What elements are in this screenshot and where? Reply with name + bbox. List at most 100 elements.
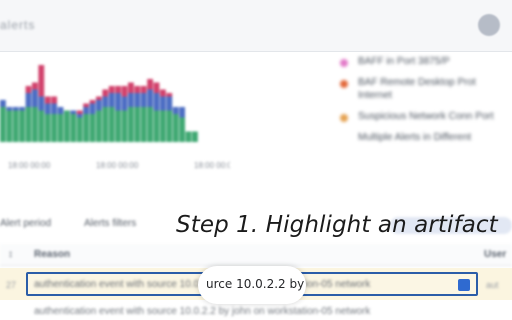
chart-bar bbox=[76, 117, 83, 142]
table-header: ↕ Reason User bbox=[0, 244, 512, 266]
chart-bar bbox=[134, 93, 141, 107]
chart-bar bbox=[32, 89, 38, 107]
chart-bar bbox=[134, 107, 141, 142]
chart-bar bbox=[147, 79, 153, 90]
chart-bar bbox=[153, 110, 160, 142]
chart-bar bbox=[108, 86, 115, 93]
chart-bar bbox=[102, 107, 109, 142]
table-row[interactable]: authentication event with source 10.0.2.… bbox=[0, 304, 512, 320]
chart-bar bbox=[166, 96, 173, 111]
breadcrumb: alerts bbox=[0, 18, 36, 32]
magnified-text: urce 10.0.2.2 by joh bbox=[206, 277, 306, 291]
chart-bar bbox=[140, 107, 147, 142]
chart-bar bbox=[12, 110, 19, 142]
chart-bar bbox=[19, 110, 25, 142]
chart-bar bbox=[172, 114, 179, 142]
step-caption: Step 1. Highlight an artifact bbox=[176, 212, 498, 238]
chart-bar bbox=[25, 93, 32, 107]
chart-bar bbox=[83, 114, 89, 142]
chart-bar bbox=[160, 89, 166, 97]
chart-bar bbox=[89, 114, 96, 142]
chart-bar bbox=[128, 107, 134, 142]
chart-bar bbox=[25, 86, 32, 93]
user-cell: aut bbox=[486, 280, 499, 290]
chart-bar bbox=[115, 86, 121, 93]
gear-icon[interactable] bbox=[478, 14, 500, 36]
legend-item[interactable]: BAF Remote Desktop Prot Internet bbox=[340, 76, 512, 102]
chart-bar bbox=[70, 110, 77, 114]
legend-item[interactable]: Suspicious Network Conn Port bbox=[340, 110, 512, 123]
chart-bar bbox=[57, 114, 64, 142]
chart-bar bbox=[12, 107, 19, 111]
chart-bar bbox=[160, 110, 166, 142]
legend-label: BAF Remote Desktop Prot Internet bbox=[358, 77, 476, 101]
chart-bar bbox=[57, 107, 64, 114]
chart-bar bbox=[64, 110, 70, 142]
top-bar: alerts bbox=[0, 0, 512, 52]
column-header-reason[interactable]: Reason bbox=[34, 249, 70, 260]
chart-bar bbox=[121, 110, 128, 142]
chart-bar bbox=[89, 103, 96, 114]
chart-bar bbox=[38, 96, 45, 111]
chart-bar bbox=[0, 107, 6, 142]
chart-bar bbox=[134, 86, 141, 93]
x-tick-label: 18:00 00:00 bbox=[194, 161, 230, 170]
chart-bar bbox=[83, 107, 89, 114]
chart-bar bbox=[76, 114, 83, 118]
alert-period-filter[interactable]: Alert period bbox=[0, 218, 51, 229]
chart-bar bbox=[147, 107, 153, 142]
legend-dot bbox=[340, 59, 348, 67]
reason-cell: authentication event with source 10.0.2.… bbox=[34, 306, 371, 317]
chart-bar bbox=[140, 86, 147, 93]
legend-item[interactable]: BAFF in Port 3875/P bbox=[340, 55, 512, 68]
chart-bar bbox=[70, 114, 77, 142]
chart-bar bbox=[44, 114, 51, 142]
chart-bar bbox=[32, 107, 38, 142]
chart-bar bbox=[19, 107, 25, 111]
legend-dot bbox=[340, 80, 348, 88]
chart-bar bbox=[83, 103, 89, 107]
legend-item[interactable]: Multiple Alerts in Different bbox=[340, 131, 512, 144]
chart-bar bbox=[192, 131, 198, 142]
chart-bar bbox=[108, 93, 115, 107]
chart-bar bbox=[51, 114, 57, 142]
x-tick-label: 18:00 00:00 bbox=[8, 161, 51, 170]
chart-bar bbox=[147, 89, 153, 107]
chart-bar bbox=[44, 103, 51, 114]
chart-bar bbox=[32, 82, 38, 90]
legend-dot bbox=[340, 135, 348, 143]
chart-bar bbox=[96, 110, 102, 142]
chart-bar bbox=[102, 96, 109, 107]
chart-bar bbox=[51, 96, 57, 104]
chart-bar bbox=[96, 96, 102, 100]
chart-bar bbox=[44, 96, 51, 104]
chart-bar bbox=[89, 100, 96, 104]
chart-bar bbox=[179, 117, 185, 142]
sort-icon[interactable]: ↕ bbox=[8, 249, 13, 260]
legend-label: Multiple Alerts in Different bbox=[358, 132, 472, 143]
row-index: 27 bbox=[6, 280, 17, 290]
chart-bar bbox=[166, 110, 173, 142]
chart-bar bbox=[76, 110, 83, 114]
chart-bar bbox=[115, 93, 121, 111]
alerts-filters-button[interactable]: Alerts filters bbox=[84, 218, 136, 229]
alerts-chart: 18:00 00:00 18:00 00:00 18:00 00:00 bbox=[0, 54, 230, 174]
chart-bar bbox=[160, 96, 166, 111]
legend-dot bbox=[340, 114, 348, 122]
alerts-bar-chart: 18:00 00:00 18:00 00:00 18:00 00:00 bbox=[0, 65, 230, 170]
chart-bar bbox=[166, 93, 173, 97]
chart-bar bbox=[128, 93, 134, 107]
chart-bar bbox=[115, 110, 121, 142]
chart-bar bbox=[25, 107, 32, 142]
chart-legend: BAFF in Port 3875/P BAF Remote Desktop P… bbox=[340, 55, 512, 152]
chart-bar bbox=[121, 86, 128, 97]
chart-bar bbox=[121, 96, 128, 111]
column-header-user[interactable]: User bbox=[484, 249, 506, 260]
x-tick-label: 18:00 00:00 bbox=[96, 161, 139, 170]
checkbox-icon[interactable] bbox=[458, 279, 470, 291]
chart-bar bbox=[6, 107, 13, 111]
legend-label: BAFF in Port 3875/P bbox=[358, 56, 450, 67]
chart-bar bbox=[128, 82, 134, 93]
chart-bar bbox=[6, 110, 13, 142]
chart-bar bbox=[108, 107, 115, 142]
